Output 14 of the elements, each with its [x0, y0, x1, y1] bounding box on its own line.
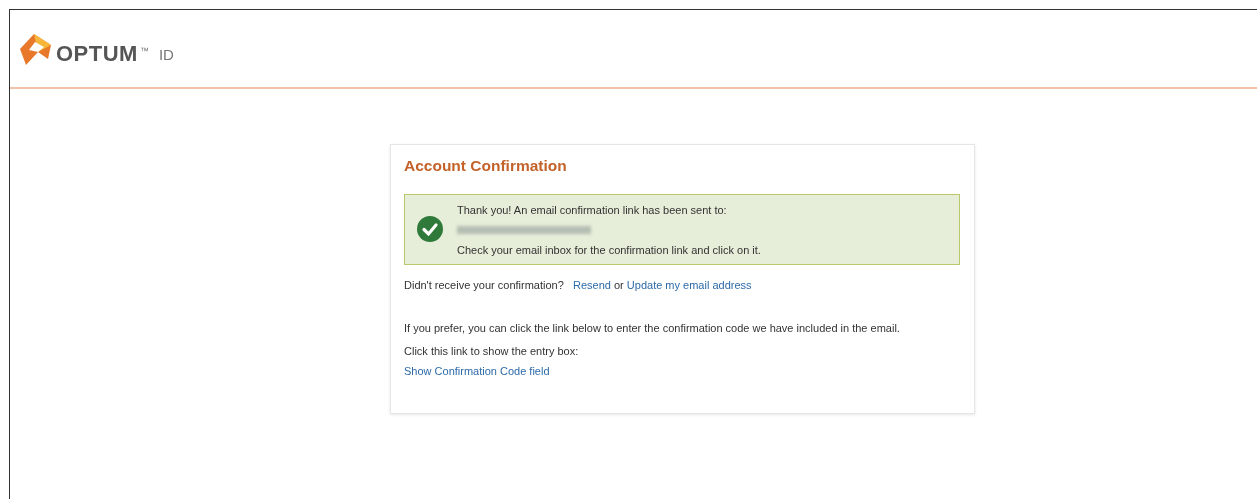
- trademark-mark: ™: [139, 46, 149, 56]
- check-icon: [417, 216, 443, 242]
- brand-name: OPTUM: [56, 40, 138, 67]
- joiner-text: or: [614, 279, 624, 291]
- info-paragraph: If you prefer, you can click the link below to enter the confirmation code we have included in the email.: [404, 321, 901, 335]
- card-title: Account Confirmation: [404, 157, 568, 175]
- show-code-link[interactable]: Show Confirmation Code field: [404, 364, 550, 377]
- update-email-link[interactable]: Update my email address: [626, 279, 752, 291]
- notice-text: Thank you! An email confirmation link has been sent to:: [457, 204, 728, 216]
- instruction-text: Click this link to show the entry box:: [404, 345, 580, 358]
- resend-link[interactable]: Resend: [573, 279, 611, 291]
- resend-question: Didn't receive your confirmation?: [404, 279, 564, 291]
- product-name: ID: [158, 46, 174, 63]
- notice-text: Check your email inbox for the confirmation link and click on it.: [457, 244, 761, 256]
